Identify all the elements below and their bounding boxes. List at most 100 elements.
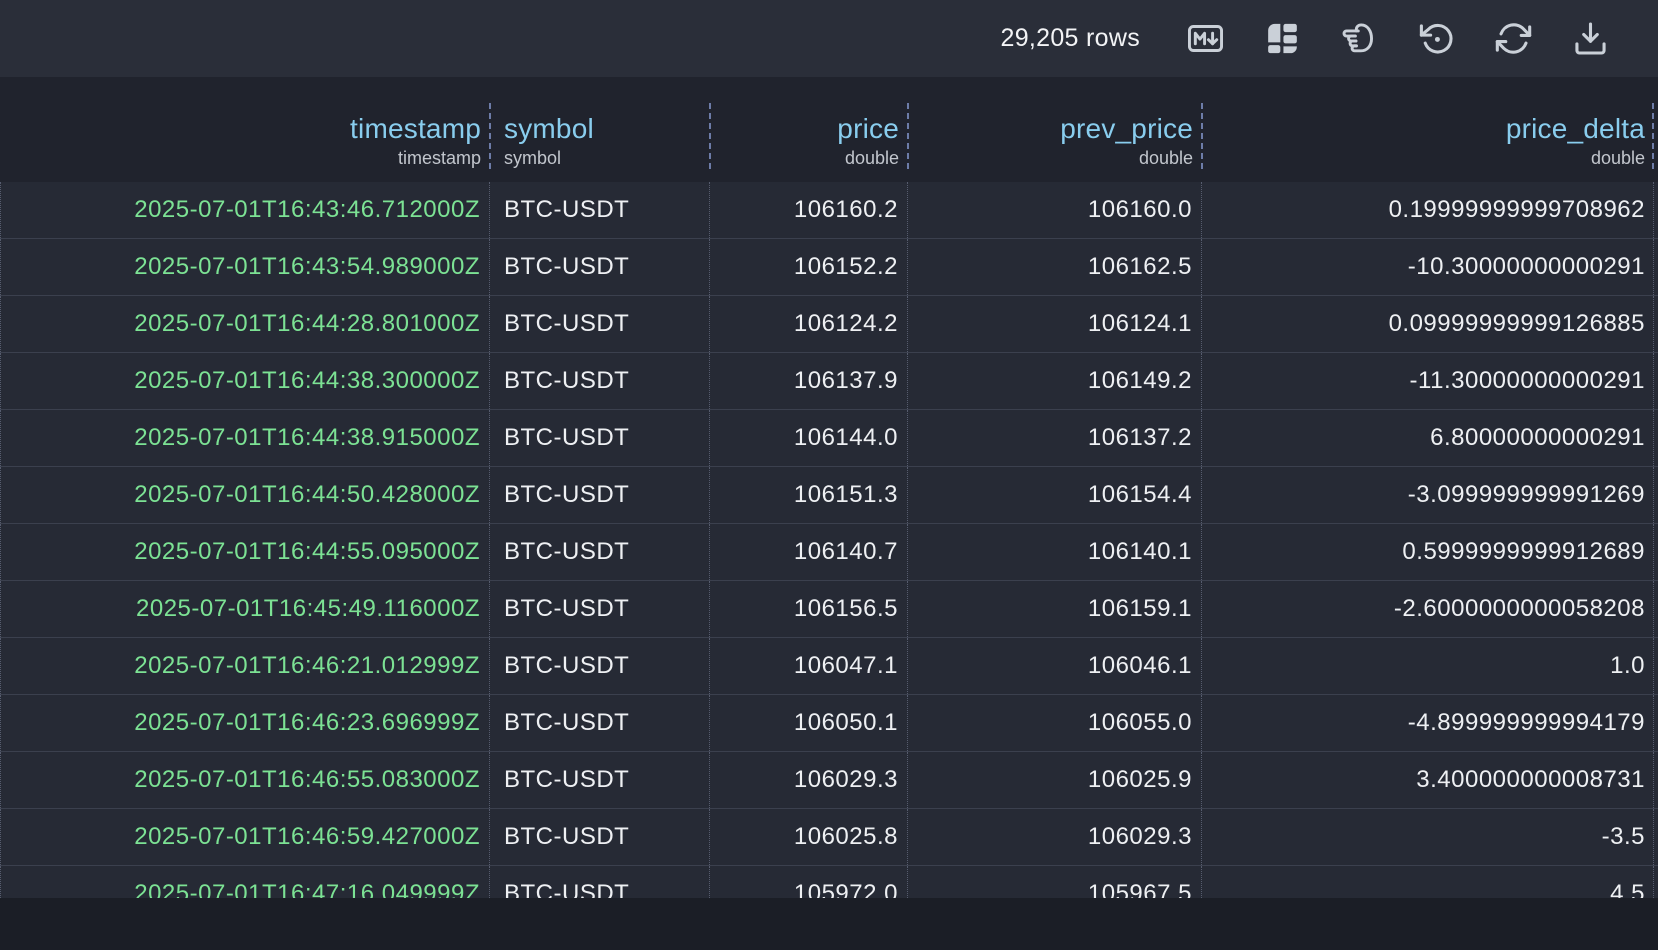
cell-prev_price[interactable]: 106160.0 [908, 182, 1202, 238]
cell-timestamp[interactable]: 2025-07-01T16:46:55.083000Z [0, 752, 490, 808]
cell-symbol[interactable]: BTC-USDT [490, 752, 710, 808]
cell-price_delta[interactable]: -3.099999999991269 [1202, 467, 1658, 523]
column-type: symbol [504, 148, 701, 169]
cell-symbol[interactable]: BTC-USDT [490, 182, 710, 238]
pointer-hand-button[interactable] [1337, 17, 1381, 61]
column-header-price_delta[interactable]: price_deltadouble [1202, 77, 1658, 182]
cell-price[interactable]: 105972.0 [710, 866, 908, 898]
refresh-icon [1495, 20, 1532, 57]
table-row: 2025-07-01T16:44:55.095000ZBTC-USDT10614… [0, 524, 1658, 581]
cell-price[interactable]: 106156.5 [710, 581, 908, 637]
cell-symbol[interactable]: BTC-USDT [490, 809, 710, 865]
markdown-download-button[interactable] [1183, 17, 1227, 61]
table-row: 2025-07-01T16:46:55.083000ZBTC-USDT10602… [0, 752, 1658, 809]
cell-prev_price[interactable]: 106162.5 [908, 239, 1202, 295]
cell-price[interactable]: 106151.3 [710, 467, 908, 523]
cell-timestamp[interactable]: 2025-07-01T16:46:59.427000Z [0, 809, 490, 865]
cell-price[interactable]: 106029.3 [710, 752, 908, 808]
cell-timestamp[interactable]: 2025-07-01T16:46:23.696999Z [0, 695, 490, 751]
cell-price_delta[interactable]: 6.80000000000291 [1202, 410, 1658, 466]
cell-prev_price[interactable]: 106137.2 [908, 410, 1202, 466]
cell-prev_price[interactable]: 106025.9 [908, 752, 1202, 808]
cell-price[interactable]: 106137.9 [710, 353, 908, 409]
cell-timestamp[interactable]: 2025-07-01T16:44:55.095000Z [0, 524, 490, 580]
cell-timestamp[interactable]: 2025-07-01T16:44:38.300000Z [0, 353, 490, 409]
cell-price[interactable]: 106050.1 [710, 695, 908, 751]
pointer-hand-icon [1341, 20, 1378, 57]
cell-symbol[interactable]: BTC-USDT [490, 866, 710, 898]
cell-symbol[interactable]: BTC-USDT [490, 467, 710, 523]
cell-prev_price[interactable]: 106055.0 [908, 695, 1202, 751]
cell-prev_price[interactable]: 106149.2 [908, 353, 1202, 409]
table-row: 2025-07-01T16:44:38.915000ZBTC-USDT10614… [0, 410, 1658, 467]
cell-prev_price[interactable]: 106159.1 [908, 581, 1202, 637]
bottom-bar [0, 898, 1658, 950]
markdown-download-icon [1187, 20, 1224, 57]
cell-price[interactable]: 106152.2 [710, 239, 908, 295]
column-header-timestamp[interactable]: timestamptimestamp [0, 77, 490, 182]
cell-price_delta[interactable]: 4.5 [1202, 866, 1658, 898]
cell-timestamp[interactable]: 2025-07-01T16:46:21.012999Z [0, 638, 490, 694]
cell-price_delta[interactable]: 0.09999999999126885 [1202, 296, 1658, 352]
column-header-symbol[interactable]: symbolsymbol [490, 77, 710, 182]
cell-prev_price[interactable]: 105967.5 [908, 866, 1202, 898]
cell-price[interactable]: 106160.2 [710, 182, 908, 238]
cell-price_delta[interactable]: -10.30000000000291 [1202, 239, 1658, 295]
cell-timestamp[interactable]: 2025-07-01T16:44:50.428000Z [0, 467, 490, 523]
table-body: 2025-07-01T16:43:46.712000ZBTC-USDT10616… [0, 182, 1658, 898]
cell-symbol[interactable]: BTC-USDT [490, 239, 710, 295]
cell-price_delta[interactable]: -2.6000000000058208 [1202, 581, 1658, 637]
cell-price_delta[interactable]: 1.0 [1202, 638, 1658, 694]
table-row: 2025-07-01T16:45:49.116000ZBTC-USDT10615… [0, 581, 1658, 638]
cell-prev_price[interactable]: 106046.1 [908, 638, 1202, 694]
cell-timestamp[interactable]: 2025-07-01T16:47:16.049999Z [0, 866, 490, 898]
cell-timestamp[interactable]: 2025-07-01T16:43:54.989000Z [0, 239, 490, 295]
cell-price_delta[interactable]: 3.400000000008731 [1202, 752, 1658, 808]
cell-timestamp[interactable]: 2025-07-01T16:44:28.801000Z [0, 296, 490, 352]
history-icon [1418, 20, 1455, 57]
row-count: 29,205 rows [1001, 24, 1141, 53]
column-name: prev_price [917, 113, 1193, 145]
cell-prev_price[interactable]: 106124.1 [908, 296, 1202, 352]
cell-price[interactable]: 106025.8 [710, 809, 908, 865]
cell-symbol[interactable]: BTC-USDT [490, 581, 710, 637]
cell-symbol[interactable]: BTC-USDT [490, 638, 710, 694]
cell-price_delta[interactable]: -4.899999999994179 [1202, 695, 1658, 751]
column-type: double [917, 148, 1193, 169]
results-toolbar: 29,205 rows [0, 0, 1658, 77]
cell-price[interactable]: 106140.7 [710, 524, 908, 580]
query-results-panel: 29,205 rows [0, 0, 1658, 950]
table-row: 2025-07-01T16:43:54.989000ZBTC-USDT10615… [0, 239, 1658, 296]
column-type: timestamp [9, 148, 481, 169]
download-button[interactable] [1568, 17, 1612, 61]
cell-price[interactable]: 106144.0 [710, 410, 908, 466]
column-header-prev_price[interactable]: prev_pricedouble [908, 77, 1202, 182]
cell-price[interactable]: 106124.2 [710, 296, 908, 352]
cell-symbol[interactable]: BTC-USDT [490, 353, 710, 409]
cell-price_delta[interactable]: -11.30000000000291 [1202, 353, 1658, 409]
cell-symbol[interactable]: BTC-USDT [490, 410, 710, 466]
cell-prev_price[interactable]: 106140.1 [908, 524, 1202, 580]
cell-price_delta[interactable]: 0.19999999999708962 [1202, 182, 1658, 238]
cell-timestamp[interactable]: 2025-07-01T16:43:46.712000Z [0, 182, 490, 238]
table-row: 2025-07-01T16:43:46.712000ZBTC-USDT10616… [0, 182, 1658, 239]
column-type: double [719, 148, 899, 169]
cell-price[interactable]: 106047.1 [710, 638, 908, 694]
cell-symbol[interactable]: BTC-USDT [490, 524, 710, 580]
column-header-price[interactable]: pricedouble [710, 77, 908, 182]
table-layout-button[interactable] [1260, 17, 1304, 61]
cell-symbol[interactable]: BTC-USDT [490, 695, 710, 751]
table-layout-icon [1264, 20, 1301, 57]
cell-prev_price[interactable]: 106154.4 [908, 467, 1202, 523]
cell-timestamp[interactable]: 2025-07-01T16:44:38.915000Z [0, 410, 490, 466]
refresh-button[interactable] [1491, 17, 1535, 61]
cell-timestamp[interactable]: 2025-07-01T16:45:49.116000Z [0, 581, 490, 637]
cell-symbol[interactable]: BTC-USDT [490, 296, 710, 352]
table-row: 2025-07-01T16:44:50.428000ZBTC-USDT10615… [0, 467, 1658, 524]
cell-price_delta[interactable]: -3.5 [1202, 809, 1658, 865]
table-row: 2025-07-01T16:44:28.801000ZBTC-USDT10612… [0, 296, 1658, 353]
history-button[interactable] [1414, 17, 1458, 61]
cell-prev_price[interactable]: 106029.3 [908, 809, 1202, 865]
table-row: 2025-07-01T16:47:16.049999ZBTC-USDT10597… [0, 866, 1658, 898]
cell-price_delta[interactable]: 0.5999999999912689 [1202, 524, 1658, 580]
